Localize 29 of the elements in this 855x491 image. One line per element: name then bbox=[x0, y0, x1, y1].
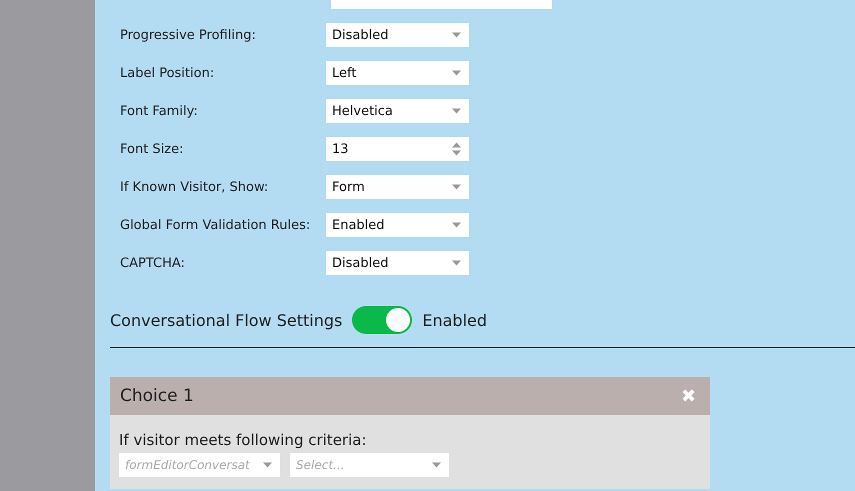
caret-icon bbox=[452, 260, 461, 266]
caret-icon bbox=[432, 462, 441, 468]
setting-label: Label Position: bbox=[120, 66, 216, 80]
setting-label: Font Size: bbox=[120, 142, 185, 156]
setting-label: If Known Visitor, Show: bbox=[120, 180, 270, 194]
setting-label: Progressive Profiling: bbox=[120, 28, 257, 42]
setting-label: Global Form Validation Rules: bbox=[120, 218, 312, 232]
spinner-icon bbox=[452, 142, 461, 156]
partial-field[interactable] bbox=[331, 0, 552, 9]
select-field[interactable]: Helvetica bbox=[326, 99, 469, 123]
caret-icon bbox=[263, 462, 272, 468]
select-field[interactable]: Form bbox=[326, 175, 469, 199]
card-title: Choice 1 bbox=[120, 386, 194, 406]
select-field[interactable]: Enabled bbox=[326, 213, 469, 237]
caret-icon bbox=[452, 70, 461, 76]
number-field[interactable]: 13 bbox=[326, 137, 469, 161]
select-field[interactable]: Disabled bbox=[326, 251, 469, 275]
caret-icon bbox=[452, 108, 461, 114]
caret-icon bbox=[452, 222, 461, 228]
caret-icon bbox=[452, 184, 461, 190]
toggle-switch[interactable] bbox=[352, 306, 412, 334]
caret-icon bbox=[452, 32, 461, 38]
setting-label: Font Family: bbox=[120, 104, 199, 118]
setting-label: CAPTCHA: bbox=[120, 256, 186, 270]
criteria-label: If visitor meets following criteria: bbox=[119, 431, 368, 449]
select-field[interactable]: Disabled bbox=[326, 23, 469, 47]
toggle-status: Enabled bbox=[422, 310, 488, 330]
section-title: Conversational Flow Settings bbox=[110, 310, 342, 330]
select-field[interactable]: Left bbox=[326, 61, 469, 85]
